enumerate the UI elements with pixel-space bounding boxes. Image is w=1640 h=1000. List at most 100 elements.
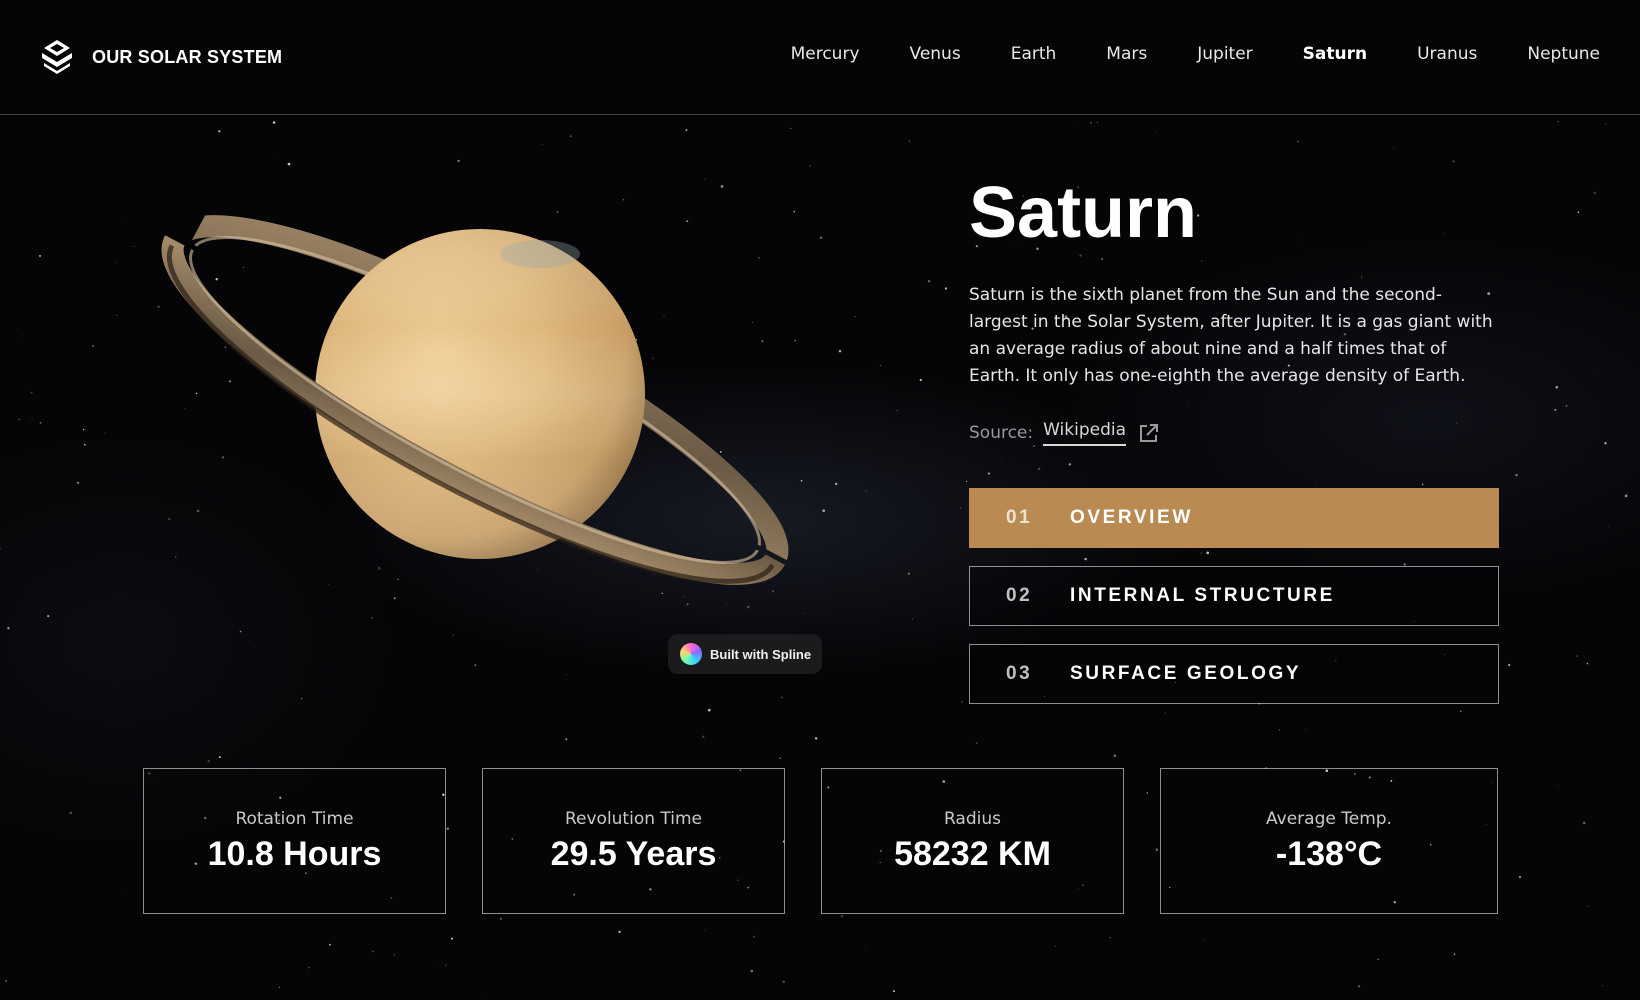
stat-label: Rotation Time: [235, 808, 354, 829]
star: [1597, 275, 1599, 277]
star: [1582, 821, 1586, 825]
star: [393, 954, 395, 956]
star: [116, 314, 118, 316]
star: [92, 345, 94, 347]
star: [287, 162, 291, 166]
star: [21, 335, 23, 337]
planet-stats: Rotation Time 10.8 Hours Revolution Time…: [143, 768, 1498, 914]
star: [31, 418, 33, 420]
nav-item-mercury[interactable]: Mercury: [791, 44, 860, 64]
star: [1604, 442, 1607, 445]
tab-overview[interactable]: 01 OVERVIEW: [969, 488, 1499, 548]
star: [565, 738, 568, 741]
star: [1072, 126, 1074, 128]
star: [474, 664, 477, 666]
stat-value: -138°C: [1275, 834, 1383, 873]
star: [814, 737, 818, 740]
source-link[interactable]: Wikipedia: [1043, 420, 1127, 446]
star: [69, 811, 73, 815]
star: [18, 418, 21, 421]
star: [1605, 124, 1607, 125]
star: [541, 143, 543, 145]
star: [5, 980, 8, 982]
site-header: OUR SOLAR SYSTEM Mercury Venus Earth Mar…: [0, 0, 1640, 115]
external-link-icon[interactable]: [1138, 422, 1160, 444]
star: [707, 708, 711, 712]
star: [254, 645, 256, 647]
stat-radius: Radius 58232 KM: [821, 768, 1124, 914]
star: [618, 930, 621, 933]
star: [702, 735, 705, 738]
star: [865, 949, 867, 951]
star: [809, 165, 811, 167]
star: [272, 121, 276, 124]
nav-item-venus[interactable]: Venus: [910, 44, 961, 64]
star: [276, 152, 277, 154]
planet-3d-viewer[interactable]: [150, 210, 850, 630]
star: [703, 929, 705, 931]
site-logo[interactable]: OUR SOLAR SYSTEM: [38, 38, 282, 76]
star: [1508, 663, 1511, 667]
star: [1068, 463, 1071, 466]
star: [115, 261, 117, 263]
star: [82, 428, 85, 431]
star: [450, 937, 453, 940]
tab-label: OVERVIEW: [1070, 507, 1193, 528]
tab-number: 02: [1006, 585, 1033, 606]
star: [1393, 147, 1394, 148]
star: [38, 254, 42, 257]
tab-surface-geology[interactable]: 03 SURFACE GEOLOGY: [969, 644, 1499, 704]
nav-item-saturn[interactable]: Saturn: [1303, 44, 1367, 64]
star: [445, 964, 447, 967]
star: [104, 432, 106, 434]
star: [83, 443, 86, 446]
star: [780, 696, 783, 699]
star: [39, 421, 42, 424]
star: [865, 490, 867, 492]
star: [124, 215, 126, 217]
tab-label: SURFACE GEOLOGY: [1070, 663, 1302, 684]
stat-average-temp: Average Temp. -138°C: [1160, 768, 1498, 914]
built-with-spline-badge[interactable]: Built with Spline: [668, 634, 822, 674]
star: [927, 279, 931, 283]
stat-value: 29.5 Years: [550, 834, 717, 873]
star: [1453, 953, 1456, 955]
star: [987, 472, 991, 475]
star: [1586, 662, 1589, 665]
star: [133, 246, 135, 248]
star: [908, 140, 911, 142]
star: [1608, 526, 1610, 527]
stat-label: Revolution Time: [564, 808, 703, 829]
star: [239, 630, 242, 633]
tab-internal-structure[interactable]: 02 INTERNAL STRUCTURE: [969, 566, 1499, 626]
star: [752, 935, 755, 938]
star: [207, 759, 210, 763]
star: [499, 917, 502, 920]
nav-item-uranus[interactable]: Uranus: [1417, 44, 1477, 64]
star: [1452, 160, 1455, 163]
star: [1554, 408, 1557, 411]
star: [1113, 754, 1117, 758]
nav-item-jupiter[interactable]: Jupiter: [1197, 44, 1252, 64]
star: [685, 129, 688, 132]
star: [437, 961, 438, 963]
star: [1565, 405, 1568, 407]
star: [1278, 729, 1280, 731]
nav-item-mars[interactable]: Mars: [1106, 44, 1147, 64]
star: [1203, 939, 1204, 941]
star: [452, 634, 454, 636]
star: [1357, 985, 1361, 988]
star: [750, 969, 754, 973]
star: [1577, 211, 1580, 214]
star: [1576, 655, 1578, 657]
nav-item-earth[interactable]: Earth: [1011, 44, 1057, 64]
star: [892, 990, 895, 993]
nav-item-neptune[interactable]: Neptune: [1527, 44, 1600, 64]
star: [1054, 946, 1056, 947]
saturn-illustration: [161, 215, 789, 585]
star: [782, 980, 786, 984]
tab-number: 01: [1006, 507, 1033, 528]
source-label: Source:: [969, 423, 1034, 443]
logo-text: OUR SOLAR SYSTEM: [92, 46, 283, 67]
star: [854, 316, 856, 318]
